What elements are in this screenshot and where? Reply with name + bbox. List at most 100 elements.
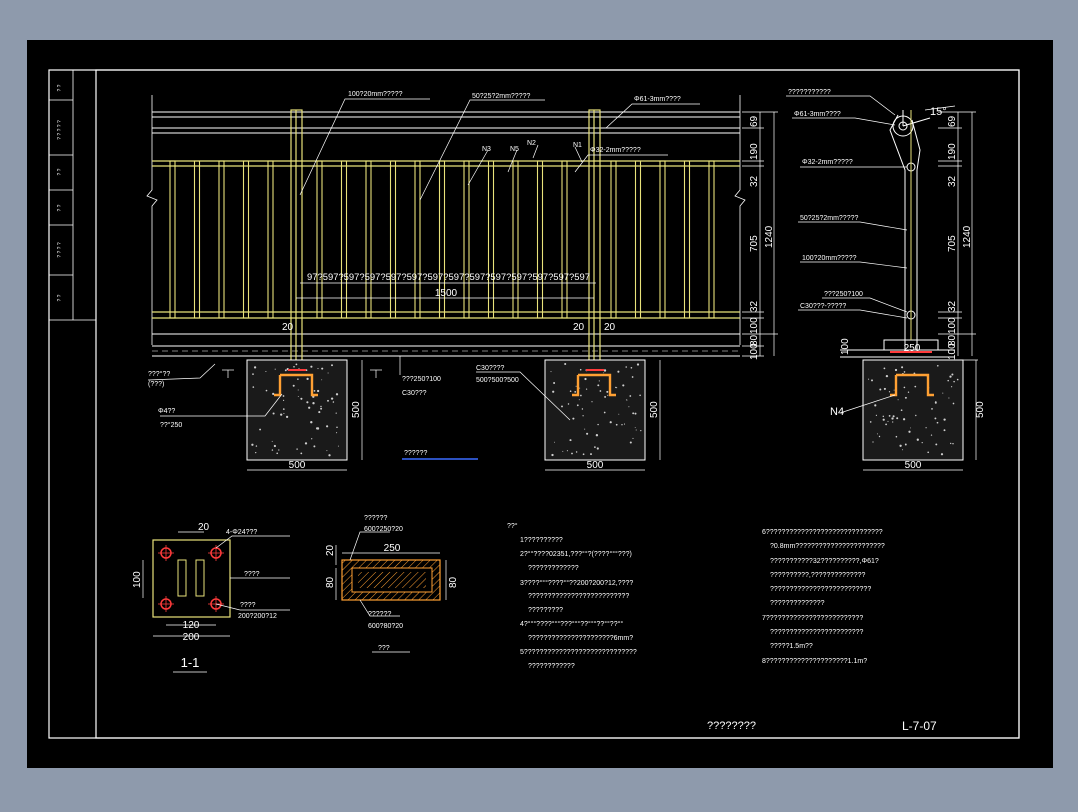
svdim-32a: 32 [947,175,958,187]
aggregate-dot [337,445,339,447]
plate-label-3: ???? [240,602,256,609]
aggregate-dot [925,427,927,429]
section-label-3: 50?25?2mm????? [800,215,858,222]
aggregate-dot [272,392,275,396]
aggregate-dot [894,368,898,372]
aggregate-dot [316,389,320,393]
aggregate-dot [328,454,331,457]
aggregate-dot [271,449,274,451]
leader-label-4: Φ32-2mm????? [590,147,641,154]
aggregate-dot [578,399,580,401]
aggregate-dot [943,418,946,421]
aggregate-dot [634,426,636,428]
aggregate-dot [595,434,599,437]
aggregate-dot [554,441,555,443]
pad-dim-20: 20 [325,544,336,556]
aggregate-dot [273,444,277,448]
note-right-3: ???????????32??????????,Φ61? [770,558,879,565]
aggregate-dot [622,384,625,387]
mark-n5: N5 [510,146,519,153]
drawing-name: ???????? [707,720,756,732]
aggregate-dot [885,374,889,378]
aggregate-dot [883,367,886,370]
aggregate-dot [874,404,877,407]
aggregate-dot [897,399,899,401]
aggregate-dot [304,442,308,445]
drawing-canvas[interactable]: ? ? ? ? ? ? ? ? ? ? ? ? ? ? ? ? ? 100?20… [0,0,1078,808]
footing-width-right: 500 [587,460,604,471]
note-right-2: ?0.8mm??????????????????????? [770,543,885,550]
pad-dim-80-left: 80 [325,576,336,588]
aggregate-dot [908,430,911,433]
aggregate-dot [315,427,319,430]
aggregate-dot [623,423,626,425]
side-cell-1: ? ? [57,84,63,91]
vdim-100a: 100 [749,317,760,334]
note-right-6: ?????????????? [770,600,825,607]
plate-dim-100: 100 [132,571,143,588]
aggregate-dot [902,418,906,421]
post-dim-3: 20 [604,322,616,333]
aggregate-dot [271,440,273,442]
aggregate-dot [878,435,881,438]
side-cell-4: ? ? [57,204,63,211]
aggregate-dot [607,394,609,396]
aggregate-dot [609,421,612,424]
aggregate-dot [603,411,606,414]
mark-n3: N3 [482,146,491,153]
plate-dim-200: 200 [183,632,200,643]
aggregate-dot [916,438,919,441]
section-footing-width: 500 [905,460,922,471]
aggregate-dot [953,380,955,383]
pad-label-1: ?????? [364,515,387,522]
aggregate-dot [868,378,870,380]
aggregate-dot [255,445,258,447]
aggregate-dot [284,369,287,372]
aggregate-dot [259,428,262,431]
aggregate-dot [336,426,338,429]
center-mark: ?????? [404,450,427,457]
leader-label-3: Φ61-3mm???? [634,96,681,103]
aggregate-dot [300,452,303,455]
bolt-note-1: Φ4?? [158,408,175,415]
note-left-6: ?????????????????????????? [528,593,629,600]
aggregate-dot [569,390,572,393]
mid-note-1: ???250?100 [402,376,441,383]
aggregate-dot [635,429,637,431]
mark-n1: N1 [573,142,582,149]
aggregate-dot [293,366,295,368]
note-left-8: 4?°°°????°°°???°°°??°°°??°°??°° [520,620,623,628]
aggregate-dot [566,450,568,452]
aggregate-dot [586,432,589,435]
aggregate-dot [952,442,954,445]
svdim-100a: 100 [947,317,958,334]
aggregate-dot [282,395,285,397]
aggregate-dot [887,420,889,422]
aggregate-dot [313,445,316,448]
aggregate-dot [893,389,895,391]
footing-height-left: 500 [351,401,362,418]
aggregate-dot [599,390,602,392]
aggregate-dot [942,392,944,394]
footing-note-2: 500?500?500 [476,377,519,384]
aggregate-dot [603,369,607,372]
aggregate-dot [582,453,585,456]
aggregate-dot [582,415,584,417]
aggregate-dot [632,437,634,439]
aggregate-dot [579,368,582,371]
svdim-69: 69 [947,115,958,127]
aggregate-dot [550,371,552,373]
aggregate-dot [317,368,319,370]
aggregate-dot [636,363,640,366]
aggregate-dot [948,397,950,399]
bolt-note-2: ??°250 [160,421,182,429]
aggregate-dot [940,453,944,456]
aggregate-dot [312,402,315,405]
aggregate-dot [888,391,891,393]
section-label-6: C30???-????? [800,303,846,310]
aggregate-dot [921,442,923,444]
spacing-dim-text: 97?597?597?597?597?597?597?597?597?597?5… [307,272,590,283]
aggregate-dot [943,429,946,432]
aggregate-dot [285,415,289,419]
aggregate-dot [581,408,584,410]
